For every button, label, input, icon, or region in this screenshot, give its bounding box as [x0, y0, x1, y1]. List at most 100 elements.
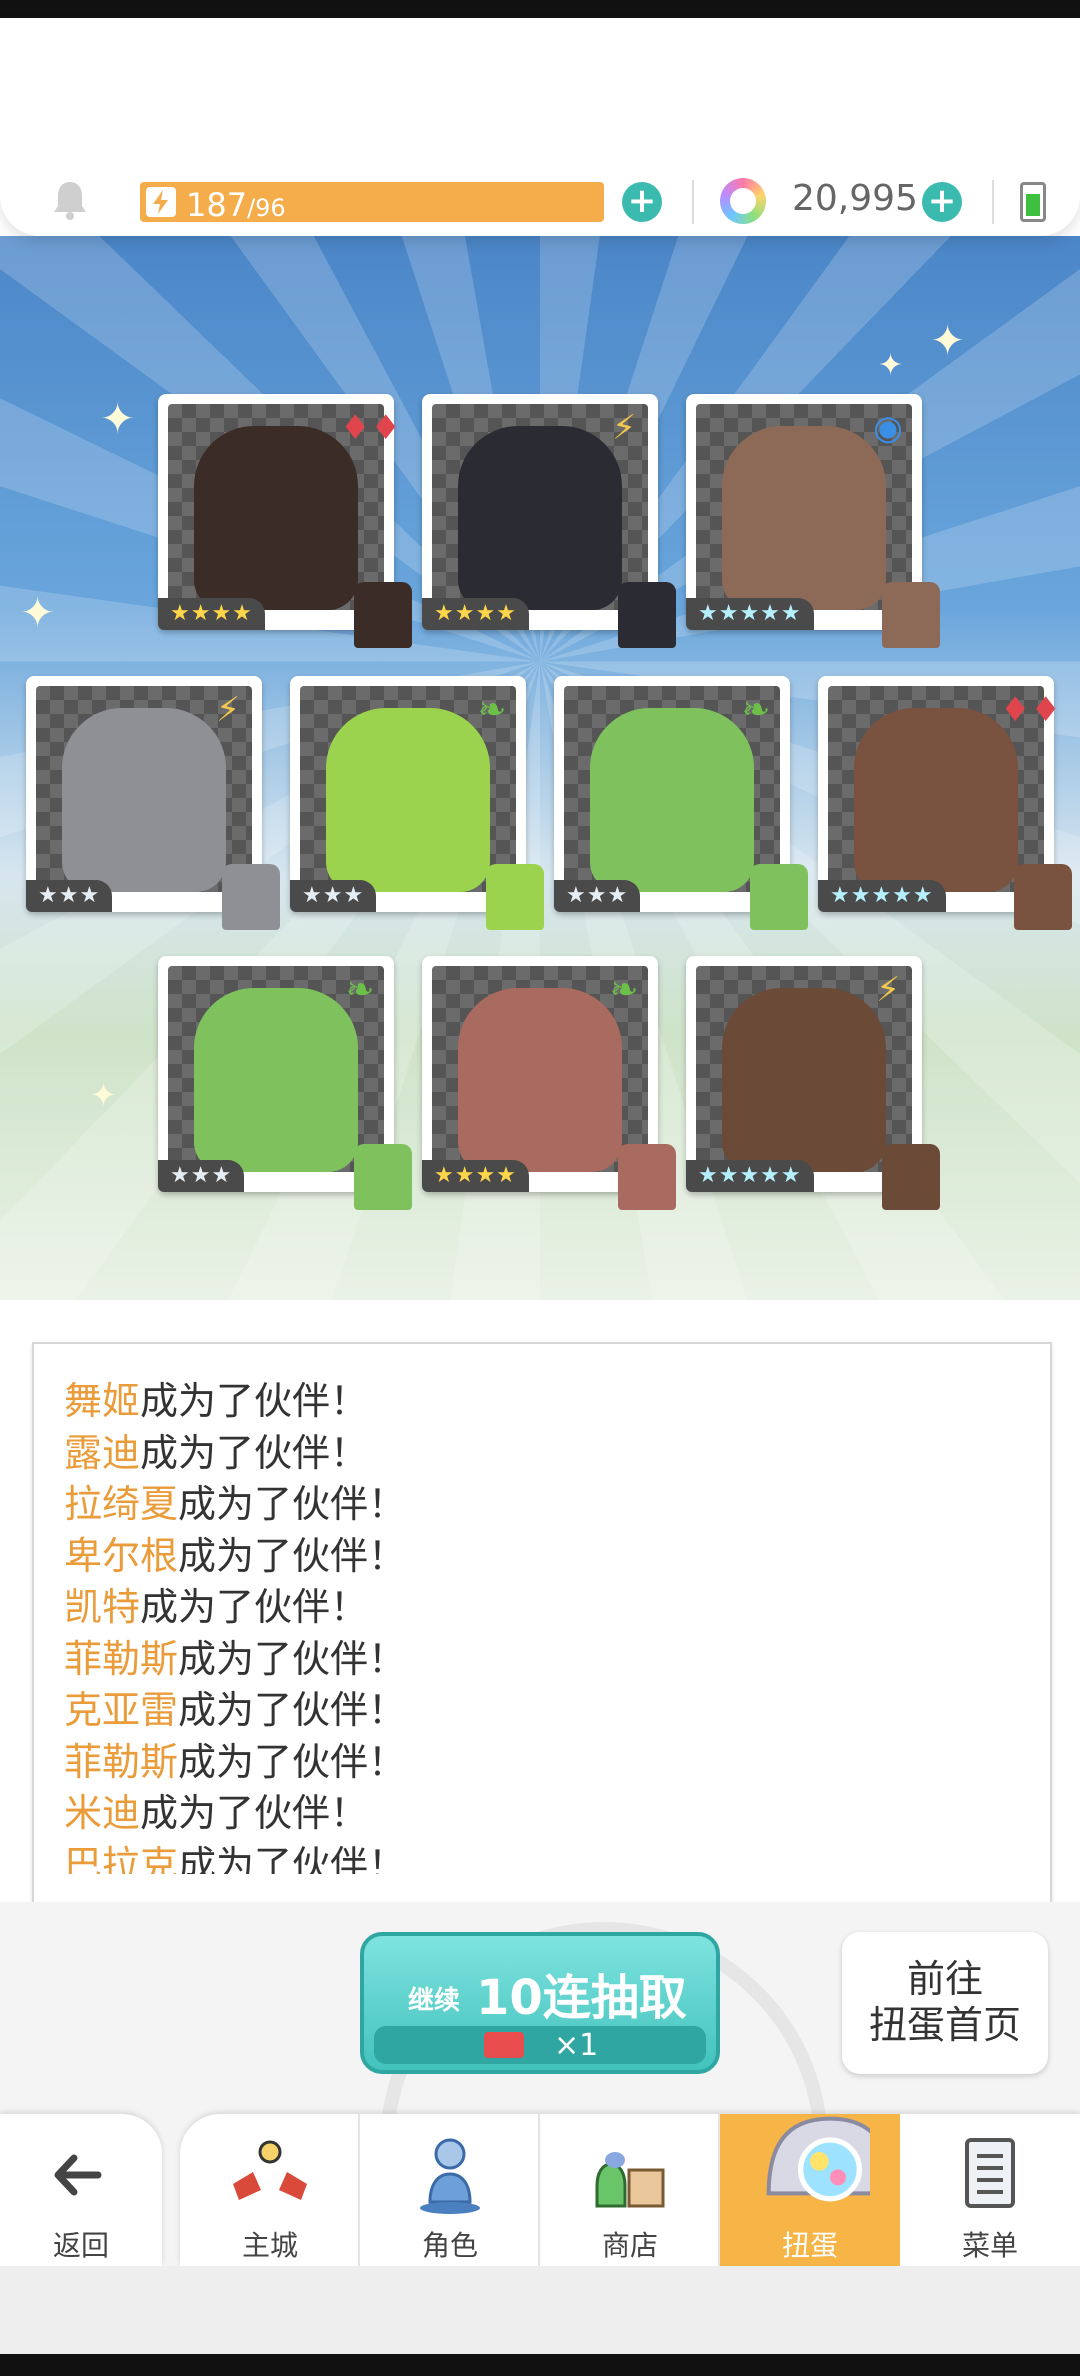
- log-suffix: 成为了伙伴！: [140, 1585, 369, 1629]
- rarity-stars: ★★★★★: [686, 1160, 814, 1192]
- character-art: [722, 426, 886, 610]
- character-art: [326, 708, 490, 892]
- result-log: 舞姬成为了伙伴！ 露迪成为了伙伴！ 拉绮夏成为了伙伴！ 卑尔根成为了伙伴！ 凯特成为了伙…: [32, 1342, 1052, 1904]
- character-name: 卑尔根: [64, 1533, 179, 1578]
- log-line: 米迪成为了伙伴！: [64, 1782, 368, 1837]
- character-sprite: [882, 1144, 940, 1210]
- battery-icon: [1020, 182, 1046, 222]
- rarity-stars: ★★★★★: [818, 880, 946, 912]
- result-log-list: 舞姬成为了伙伴！ 露迪成为了伙伴！ 拉绮夏成为了伙伴！ 卑尔根成为了伙伴！ 凯特成为了伙…: [34, 1344, 1050, 1874]
- result-card[interactable]: ◉ ★★★★★: [686, 394, 940, 648]
- status-bar: [0, 0, 1080, 18]
- rarity-stars: ★★★: [26, 880, 113, 912]
- log-suffix: 成为了伙伴！: [140, 1379, 369, 1423]
- result-card[interactable]: ⚡ ★★★★★: [686, 956, 940, 1210]
- rarity-stars: ★★★: [290, 880, 377, 912]
- nav-label: 角色: [421, 2229, 478, 2262]
- rarity-stars: ★★★★: [158, 598, 265, 630]
- character-art: [194, 426, 358, 610]
- character-art: [458, 426, 622, 610]
- nav-item-character[interactable]: 角色: [360, 2114, 540, 2266]
- bottom-nav: 返回 主城 角色 商店 扭蛋 菜单: [0, 2114, 1080, 2266]
- sparkle-icon: ✦: [100, 394, 136, 443]
- log-suffix: 成为了伙伴！: [178, 1636, 407, 1681]
- character-name: 拉绮夏: [64, 1482, 179, 1526]
- result-card[interactable]: ⚡ ★★★: [26, 676, 280, 930]
- shop-icon: [595, 2152, 665, 2208]
- character-art: [62, 708, 226, 892]
- character-name: 米迪: [64, 1791, 141, 1835]
- log-line: 舞姬成为了伙伴！: [64, 1370, 368, 1425]
- result-card[interactable]: ♦♦ ★★★★★: [818, 676, 1072, 930]
- diamond-element-icon: ♦♦: [340, 408, 401, 448]
- leaf-element-icon: ❧: [345, 970, 375, 1010]
- gem-count: 20,995: [792, 178, 918, 219]
- nav-tabs: 主城 角色 商店 扭蛋 菜单: [180, 2114, 1080, 2266]
- result-card[interactable]: ❧ ★★★★: [422, 956, 676, 1210]
- character-name: 克亚雷: [64, 1688, 179, 1732]
- character-art: [722, 988, 886, 1172]
- rarity-stars: ★★★★: [422, 1160, 529, 1192]
- add-gems-button[interactable]: +: [922, 182, 962, 222]
- result-card[interactable]: ❧ ★★★: [290, 676, 544, 930]
- draw-10-button[interactable]: 继续 10连抽取 ×1: [360, 1932, 720, 2074]
- add-energy-button[interactable]: +: [622, 182, 662, 222]
- character-name: 菲勒斯: [64, 1739, 179, 1784]
- character-sprite: [1014, 864, 1072, 930]
- divider: [992, 180, 994, 224]
- sparkle-icon: ✦: [20, 588, 56, 637]
- back-arrow-icon: [54, 2154, 102, 2196]
- rarity-stars: ★★★: [158, 1160, 245, 1192]
- character-sprite: [750, 864, 808, 930]
- energy-max: /96: [247, 194, 286, 222]
- result-card[interactable]: ❧ ★★★: [554, 676, 808, 930]
- character-name: 巴拉克: [64, 1842, 179, 1875]
- nav-item-castle[interactable]: 主城: [180, 2114, 360, 2266]
- character-name: 菲勒斯: [64, 1636, 179, 1681]
- sparkle-icon: ✦: [90, 1076, 117, 1114]
- log-line: 拉绮夏成为了伙伴！: [64, 1473, 406, 1528]
- result-card[interactable]: ♦♦ ★★★★: [158, 394, 412, 648]
- rarity-stars: ★★★★: [422, 598, 529, 630]
- back-button[interactable]: 返回: [0, 2114, 162, 2266]
- bell-icon[interactable]: [48, 178, 92, 222]
- nav-item-shop[interactable]: 商店: [540, 2114, 720, 2266]
- log-line: 巴拉克成为了伙伴！: [64, 1834, 406, 1875]
- log-line: 凯特成为了伙伴！: [64, 1576, 368, 1631]
- safe-area: [0, 2266, 1080, 2354]
- result-card[interactable]: ⚡ ★★★★: [422, 394, 676, 648]
- character-name: 凯特: [64, 1585, 141, 1629]
- log-suffix: 成为了伙伴！: [178, 1533, 407, 1578]
- goto-gacha-home-button[interactable]: 前往 扭蛋首页: [842, 1932, 1048, 2074]
- energy-bolt-icon: [146, 187, 176, 217]
- character-sprite: [486, 864, 544, 930]
- character-icon: [420, 2138, 480, 2214]
- character-sprite: [882, 582, 940, 648]
- character-art: [854, 708, 1018, 892]
- energy-current: 187: [186, 186, 248, 224]
- character-name: 露迪: [64, 1430, 141, 1475]
- log-suffix: 成为了伙伴！: [140, 1791, 369, 1835]
- character-sprite: [222, 864, 280, 930]
- system-bar: [0, 2354, 1080, 2376]
- nav-item-gacha[interactable]: 扭蛋: [720, 2114, 900, 2266]
- log-suffix: 成为了伙伴！: [178, 1842, 407, 1875]
- rarity-stars: ★★★: [554, 880, 641, 912]
- goto-label-line1: 前往: [906, 1957, 983, 2001]
- menu-icon: [965, 2138, 1015, 2208]
- gem-icon: [720, 178, 766, 224]
- character-art: [458, 988, 622, 1172]
- goto-label-line2: 扭蛋首页: [868, 2003, 1021, 2047]
- draw-10-label: 10连抽取: [476, 1970, 687, 2026]
- gacha-result-banner: ✦ ✦ ✦ ✦ ✦ ♦♦ ★★★★ ⚡ ★★★★ ◉ ★★★★★ ⚡ ★★★ ❧ ★★★ ❧ ★★★ ♦…: [0, 236, 1080, 1300]
- nav-label: 扭蛋: [781, 2229, 838, 2262]
- diamond-element-icon: ♦♦: [1000, 690, 1061, 730]
- castle-icon: [233, 2140, 307, 2200]
- energy-value: 187/96: [186, 186, 286, 224]
- gacha-icon: [766, 2116, 870, 2202]
- ticket-icon: [484, 2032, 524, 2058]
- leaf-element-icon: ❧: [609, 970, 639, 1010]
- result-card[interactable]: ❧ ★★★: [158, 956, 412, 1210]
- nav-item-menu[interactable]: 菜单: [900, 2114, 1080, 2266]
- log-line: 克亚雷成为了伙伴！: [64, 1679, 406, 1734]
